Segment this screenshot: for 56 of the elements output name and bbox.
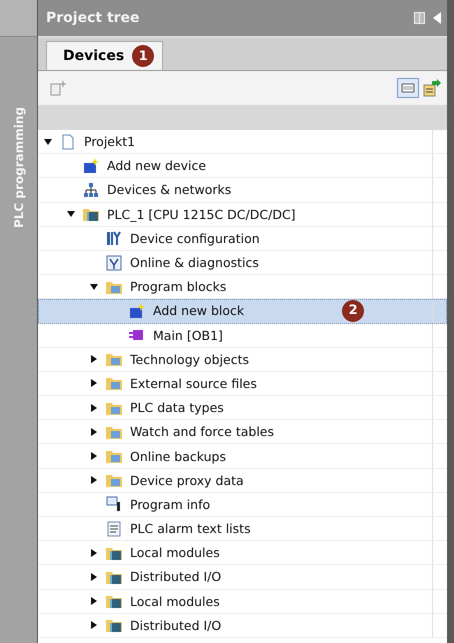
- add-group-icon[interactable]: [50, 80, 68, 96]
- expand-arrow-icon[interactable]: [90, 404, 98, 412]
- table-view-icon[interactable]: [397, 78, 419, 98]
- device-icon: [106, 230, 122, 246]
- new-item-icon: [129, 302, 145, 319]
- tree-item[interactable]: Distributed I/O: [38, 565, 447, 590]
- tree-item[interactable]: Device proxy data: [38, 468, 447, 493]
- tree-item[interactable]: Device configuration: [38, 226, 447, 251]
- tree-item[interactable]: Add new block 2: [38, 299, 447, 324]
- tree-item[interactable]: Program info: [38, 492, 447, 517]
- tree-item[interactable]: Distributed I/O: [38, 614, 447, 638]
- tree-item[interactable]: Local modules: [38, 590, 447, 614]
- folder-icon: [106, 375, 122, 392]
- folder-icon: [83, 206, 99, 222]
- tree-item[interactable]: Watch and force tables: [38, 420, 447, 444]
- tree-item[interactable]: Main [OB1]: [38, 324, 447, 348]
- tree-item[interactable]: External source files: [38, 372, 447, 396]
- devices-tab[interactable]: Devices 1: [46, 41, 164, 70]
- tree-item[interactable]: Devices & networks: [38, 178, 447, 203]
- export-table-icon[interactable]: [423, 79, 441, 97]
- folder-icon: [106, 593, 122, 610]
- collapse-arrow-icon[interactable]: [44, 138, 52, 146]
- folder-icon: [106, 351, 122, 368]
- collapse-icon[interactable]: [433, 12, 441, 24]
- expand-arrow-icon[interactable]: [90, 355, 98, 364]
- tree-item[interactable]: PLC data types: [38, 396, 447, 420]
- expand-arrow-icon[interactable]: [90, 452, 98, 460]
- step-number: 1: [132, 45, 154, 67]
- diagnostics-icon: [106, 254, 122, 271]
- tree-item[interactable]: Local modules: [38, 541, 447, 566]
- folder-icon: [106, 472, 122, 488]
- tree-item[interactable]: PLC alarm text lists: [38, 517, 447, 542]
- collapse-arrow-icon[interactable]: [67, 210, 75, 218]
- document-icon: [60, 134, 76, 150]
- tree-item[interactable]: Online & diagnostics: [38, 250, 447, 276]
- folder-icon: [106, 617, 122, 634]
- folder-icon: [106, 448, 122, 464]
- expand-arrow-icon[interactable]: [90, 548, 98, 557]
- expand-arrow-icon[interactable]: [90, 476, 98, 484]
- tree-item[interactable]: Add new device: [38, 154, 447, 178]
- expand-arrow-icon[interactable]: [90, 428, 98, 436]
- panel-title: Project tree: [46, 10, 141, 26]
- expand-arrow-icon[interactable]: [90, 621, 98, 630]
- expand-arrow-icon[interactable]: [90, 572, 98, 581]
- info-icon: [106, 496, 122, 512]
- network-icon: [83, 182, 99, 198]
- collapse-arrow-icon[interactable]: [90, 282, 98, 291]
- list-icon: [106, 520, 122, 537]
- tree-item[interactable]: Technology objects: [38, 348, 447, 372]
- expand-arrow-icon[interactable]: [90, 597, 98, 606]
- step-number: 2: [342, 300, 364, 322]
- tree-item[interactable]: Online backups: [38, 444, 447, 469]
- tree-item[interactable]: PLC_1 [CPU 1215C DC/DC/DC]: [38, 202, 447, 227]
- expand-arrow-icon[interactable]: [90, 379, 98, 388]
- tree-item[interactable]: Projekt1: [38, 130, 447, 154]
- new-item-icon: [83, 158, 99, 174]
